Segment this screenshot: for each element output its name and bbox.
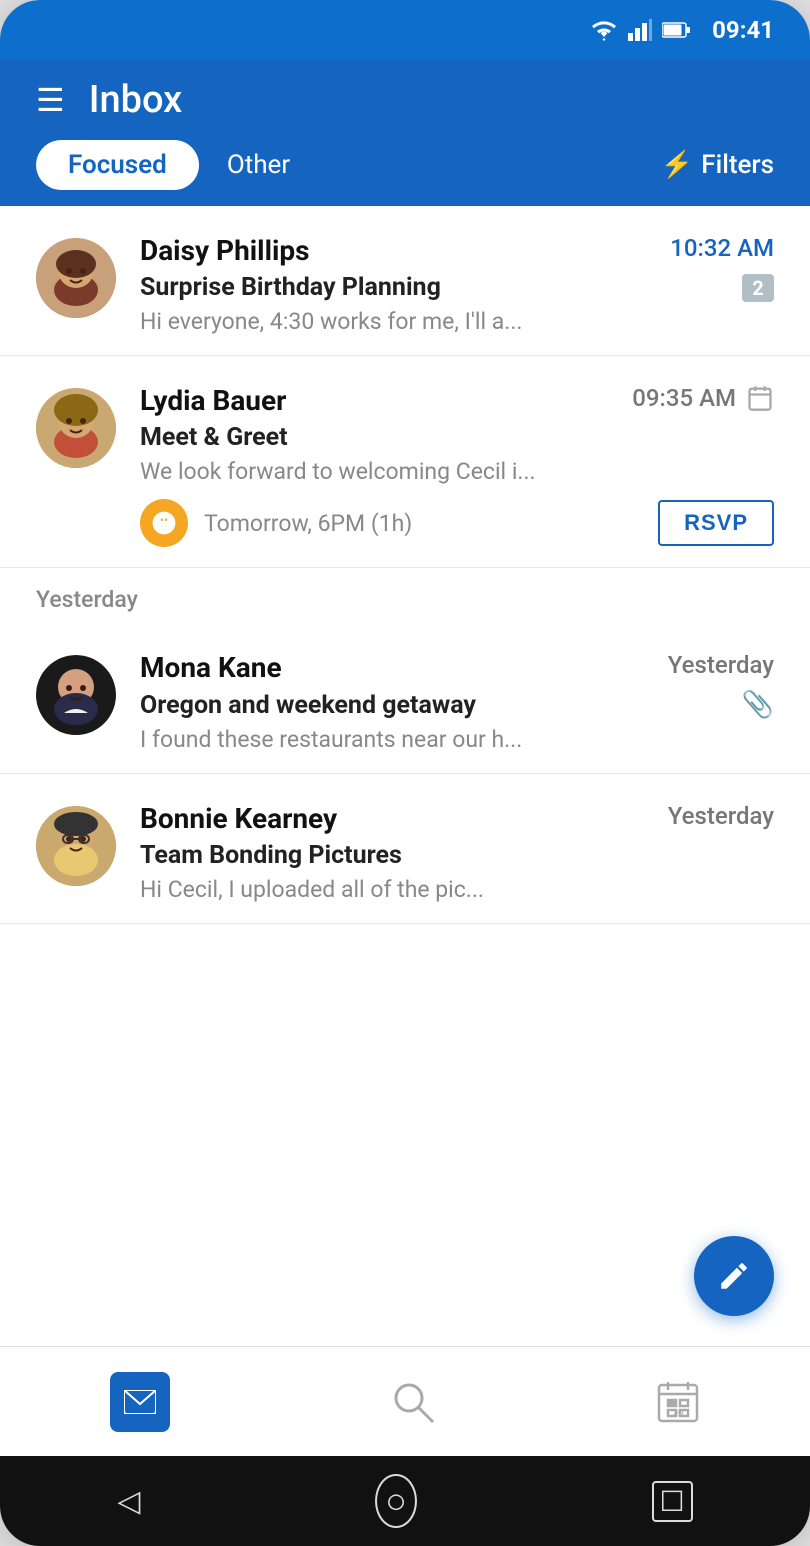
event-row-lydia: Tomorrow, 6PM (1h) RSVP — [36, 499, 774, 547]
email-content-lydia: Lydia Bauer 09:35 AM Meet & — [140, 384, 774, 485]
email-preview-lydia: We look forward to welcoming Cecil i... — [140, 458, 640, 485]
email-content-bonnie: Bonnie Kearney Yesterday Team Bonding Pi… — [140, 802, 774, 903]
wifi-icon — [590, 19, 618, 41]
email-time-mona: Yesterday — [668, 651, 774, 679]
toolbar: ☰ Inbox Focused Other ⚡ Filters — [0, 60, 810, 206]
email-subject-bonnie: Team Bonding Pictures — [140, 841, 774, 870]
email-badge-daisy: 2 — [742, 274, 774, 302]
tabs-container: Focused Other — [36, 140, 661, 190]
email-item-bonnie[interactable]: Bonnie Kearney Yesterday Team Bonding Pi… — [0, 774, 810, 924]
compose-icon — [717, 1259, 751, 1293]
date-divider: Yesterday — [0, 568, 810, 623]
avatar-mona — [36, 655, 116, 735]
email-content-daisy: Daisy Phillips 10:32 AM Surprise Birthda… — [140, 234, 774, 335]
nav-search-button[interactable] — [391, 1380, 435, 1424]
tab-other[interactable]: Other — [199, 140, 318, 190]
status-icons: 09:41 — [590, 16, 774, 44]
home-button[interactable]: ○ — [375, 1474, 417, 1528]
sender-name-lydia: Lydia Bauer — [140, 384, 286, 417]
recents-button[interactable]: ☐ — [652, 1481, 693, 1522]
hamburger-menu-icon[interactable]: ☰ — [36, 81, 65, 119]
status-time: 09:41 — [712, 16, 774, 44]
email-preview-mona: I found these restaurants near our h... — [140, 726, 640, 753]
nav-mail-button[interactable] — [110, 1372, 170, 1432]
mail-nav-icon — [110, 1372, 170, 1432]
email-subject-mona: Oregon and weekend getaway 📎 — [140, 690, 774, 720]
bottom-nav: 20 — [0, 1346, 810, 1456]
battery-icon — [662, 21, 690, 39]
filters-button[interactable]: ⚡ Filters — [661, 150, 774, 180]
email-item-lydia[interactable]: Lydia Bauer 09:35 AM Meet & — [0, 356, 810, 568]
toolbar-title: Inbox — [89, 78, 774, 122]
attachment-icon-mona: 📎 — [742, 690, 774, 720]
email-item-daisy[interactable]: Daisy Phillips 10:32 AM Surprise Birthda… — [0, 206, 810, 356]
filters-label: Filters — [701, 150, 774, 180]
calendar-icon-lydia — [746, 384, 774, 412]
compose-fab[interactable] — [694, 1236, 774, 1316]
email-time-lydia: 09:35 AM — [632, 384, 736, 412]
tab-focused[interactable]: Focused — [36, 140, 199, 190]
email-time-bonnie: Yesterday — [668, 802, 774, 830]
sender-name-mona: Mona Kane — [140, 651, 282, 684]
android-nav-bar: ◁ ○ ☐ — [0, 1456, 810, 1546]
email-subject-lydia: Meet & Greet — [140, 423, 774, 452]
rsvp-button[interactable]: RSVP — [658, 500, 774, 546]
avatar-daisy — [36, 238, 116, 318]
email-subject-daisy: Surprise Birthday Planning 2 — [140, 273, 774, 302]
sender-name-daisy: Daisy Phillips — [140, 234, 310, 267]
search-nav-icon — [391, 1380, 435, 1424]
sender-name-bonnie: Bonnie Kearney — [140, 802, 337, 835]
event-icon-lydia — [140, 499, 188, 547]
email-content-mona: Mona Kane Yesterday Oregon and weekend g… — [140, 651, 774, 753]
svg-text:20: 20 — [672, 1408, 684, 1419]
event-text-lydia: Tomorrow, 6PM (1h) — [204, 510, 642, 537]
bolt-icon: ⚡ — [661, 150, 693, 180]
email-preview-bonnie: Hi Cecil, I uploaded all of the pic... — [140, 876, 640, 903]
status-bar: 09:41 — [0, 0, 810, 60]
signal-icon — [628, 19, 652, 41]
tab-row: Focused Other ⚡ Filters — [36, 140, 774, 206]
calendar-nav-icon: 20 — [656, 1380, 700, 1424]
back-button[interactable]: ◁ — [117, 1484, 140, 1519]
avatar-bonnie — [36, 806, 116, 886]
phone-frame: 09:41 ☰ Inbox Focused Other ⚡ Filters — [0, 0, 810, 1546]
avatar-lydia — [36, 388, 116, 468]
email-preview-daisy: Hi everyone, 4:30 works for me, I'll a..… — [140, 308, 640, 335]
email-list: Daisy Phillips 10:32 AM Surprise Birthda… — [0, 206, 810, 1346]
email-item-mona[interactable]: Mona Kane Yesterday Oregon and weekend g… — [0, 623, 810, 774]
nav-calendar-button[interactable]: 20 — [656, 1380, 700, 1424]
email-time-daisy: 10:32 AM — [670, 234, 774, 262]
